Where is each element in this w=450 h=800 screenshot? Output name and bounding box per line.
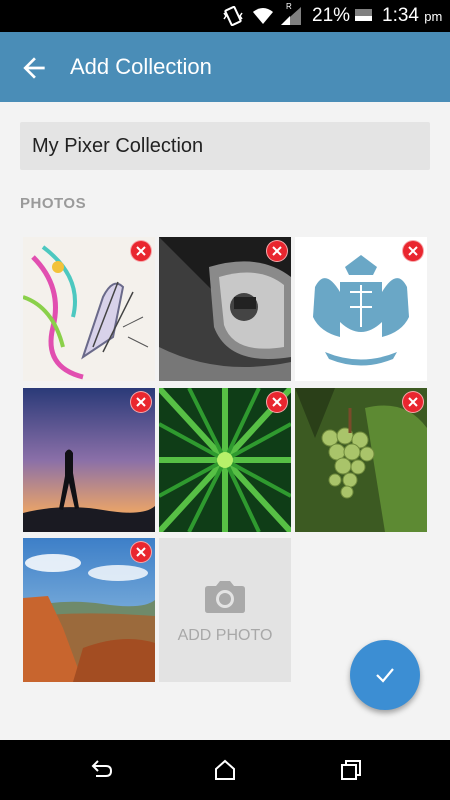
- remove-icon: [136, 397, 146, 407]
- remove-photo-button[interactable]: [402, 391, 424, 413]
- check-icon: [376, 668, 394, 683]
- system-nav-bar: [0, 740, 450, 800]
- battery-icon: [355, 9, 372, 21]
- collection-name-input[interactable]: [20, 122, 430, 170]
- photo-tile-1[interactable]: [23, 237, 155, 381]
- app-bar: Add Collection: [0, 32, 450, 102]
- remove-photo-button[interactable]: [402, 240, 424, 262]
- remove-photo-button[interactable]: [266, 391, 288, 413]
- clock-ampm: pm: [424, 9, 443, 24]
- remove-icon: [408, 397, 418, 407]
- photo-tile-2[interactable]: [159, 237, 291, 381]
- photo-tile-7[interactable]: [23, 538, 155, 682]
- wifi-icon: [253, 8, 273, 24]
- camera-icon: [205, 581, 245, 613]
- page-title: Add Collection: [70, 54, 212, 79]
- photo-tile-5[interactable]: [159, 388, 291, 532]
- photo-tile-3[interactable]: [295, 237, 427, 381]
- vibrate-icon: [223, 6, 243, 26]
- nav-back-icon[interactable]: [88, 758, 114, 782]
- clock-time: 1:34: [382, 5, 419, 26]
- photos-section-label: PHOTOS: [20, 195, 87, 212]
- remove-icon: [408, 246, 418, 256]
- remove-icon: [272, 246, 282, 256]
- battery-percent: 21%: [312, 5, 351, 26]
- remove-photo-button[interactable]: [130, 240, 152, 262]
- status-bar: R 21% 1:34 pm: [0, 0, 450, 32]
- back-button[interactable]: [18, 52, 50, 84]
- remove-photo-button[interactable]: [266, 240, 288, 262]
- arrow-back-icon: [23, 57, 45, 79]
- nav-home-icon[interactable]: [212, 758, 238, 782]
- signal-icon: [281, 7, 301, 25]
- remove-icon: [136, 246, 146, 256]
- remove-photo-button[interactable]: [130, 391, 152, 413]
- remove-icon: [272, 397, 282, 407]
- photo-tile-4[interactable]: [23, 388, 155, 532]
- nav-recents-icon[interactable]: [338, 758, 364, 782]
- clock: 1:34 pm: [382, 5, 442, 27]
- add-photo-label: ADD PHOTO: [177, 627, 273, 644]
- save-collection-fab[interactable]: [350, 640, 420, 710]
- remove-photo-button[interactable]: [130, 541, 152, 563]
- photo-tile-6[interactable]: [295, 388, 427, 532]
- remove-icon: [136, 547, 146, 557]
- add-photo-button[interactable]: ADD PHOTO: [159, 538, 291, 682]
